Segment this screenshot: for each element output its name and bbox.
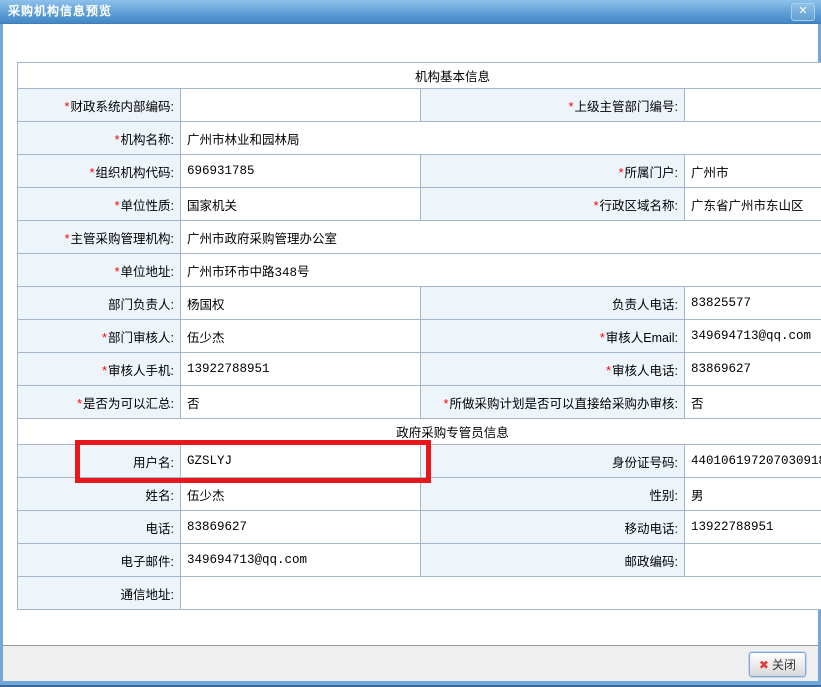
field-row: *财政系统内部编码: *上级主管部门编号: bbox=[18, 89, 821, 122]
field-row: *机构名称:广州市林业和园林局 bbox=[18, 122, 821, 155]
section-header: 机构基本信息 bbox=[18, 63, 821, 89]
field-value: 440106197207030918 bbox=[685, 445, 821, 478]
field-label: *单位地址: bbox=[18, 254, 181, 287]
close-icon[interactable]: ✕ bbox=[791, 3, 815, 21]
field-row: 电子邮件:349694713@qq.com邮政编码: bbox=[18, 544, 821, 577]
field-value: 83869627 bbox=[181, 511, 421, 544]
required-asterisk: * bbox=[102, 364, 107, 378]
required-asterisk: * bbox=[90, 166, 95, 180]
field-label: 通信地址: bbox=[18, 577, 181, 610]
field-value: 349694713@qq.com bbox=[685, 320, 821, 353]
field-label: 部门负责人: bbox=[18, 287, 181, 320]
field-label: *行政区域名称: bbox=[421, 188, 685, 221]
field-value: 男 bbox=[685, 478, 821, 511]
required-asterisk: * bbox=[619, 166, 624, 180]
field-label: *所属门户: bbox=[421, 155, 685, 188]
field-row: *审核人手机:13922788951*审核人电话:83869627 bbox=[18, 353, 821, 386]
field-value: 349694713@qq.com bbox=[181, 544, 421, 577]
dialog-border-left bbox=[0, 23, 3, 687]
field-label: *上级主管部门编号: bbox=[421, 89, 685, 122]
field-value: 杨国权 bbox=[181, 287, 421, 320]
required-asterisk: * bbox=[594, 199, 599, 213]
field-row: 电话:83869627移动电话:13922788951 bbox=[18, 511, 821, 544]
field-label: *所做采购计划是否可以直接给采购办审核: bbox=[421, 386, 685, 419]
field-value bbox=[181, 89, 421, 122]
field-row: *是否为可以汇总:否*所做采购计划是否可以直接给采购办审核:否 bbox=[18, 386, 821, 419]
dialog-title: 采购机构信息预览 bbox=[0, 0, 821, 23]
required-asterisk: * bbox=[65, 232, 70, 246]
info-table-body: 机构基本信息*财政系统内部编码:*上级主管部门编号:*机构名称:广州市林业和园林… bbox=[18, 63, 821, 610]
required-asterisk: * bbox=[444, 397, 449, 411]
section-header-row: 政府采购专管员信息 bbox=[18, 419, 821, 445]
field-label: *财政系统内部编码: bbox=[18, 89, 181, 122]
section-header-row: 机构基本信息 bbox=[18, 63, 821, 89]
field-row: *组织机构代码:696931785*所属门户:广州市 bbox=[18, 155, 821, 188]
field-value: 广州市 bbox=[685, 155, 821, 188]
section-header: 政府采购专管员信息 bbox=[18, 419, 821, 445]
field-value bbox=[685, 544, 821, 577]
field-value: 国家机关 bbox=[181, 188, 421, 221]
required-asterisk: * bbox=[600, 331, 605, 345]
field-label: *组织机构代码: bbox=[18, 155, 181, 188]
field-value: 13922788951 bbox=[181, 353, 421, 386]
field-row: 用户名:GZSLYJ身份证号码:440106197207030918 bbox=[18, 445, 821, 478]
field-label: *审核人电话: bbox=[421, 353, 685, 386]
field-row: 部门负责人:杨国权负责人电话:83825577 bbox=[18, 287, 821, 320]
field-row: *单位地址:广州市环市中路348号 bbox=[18, 254, 821, 287]
field-label: 用户名: bbox=[18, 445, 181, 478]
field-value: GZSLYJ bbox=[181, 445, 421, 478]
field-label: 性别: bbox=[421, 478, 685, 511]
required-asterisk: * bbox=[115, 133, 120, 147]
required-asterisk: * bbox=[115, 199, 120, 213]
field-label: 电子邮件: bbox=[18, 544, 181, 577]
required-asterisk: * bbox=[102, 331, 107, 345]
field-value: 伍少杰 bbox=[181, 478, 421, 511]
field-label: *是否为可以汇总: bbox=[18, 386, 181, 419]
field-label: *单位性质: bbox=[18, 188, 181, 221]
field-row: *主管采购管理机构:广州市政府采购管理办公室 bbox=[18, 221, 821, 254]
field-label: 电话: bbox=[18, 511, 181, 544]
field-value: 广州市环市中路348号 bbox=[181, 254, 821, 287]
close-button[interactable]: ✖ 关闭 bbox=[749, 652, 806, 677]
field-label: *审核人Email: bbox=[421, 320, 685, 353]
field-value: 广州市政府采购管理办公室 bbox=[181, 221, 821, 254]
dialog-border-bottom bbox=[0, 681, 821, 687]
required-asterisk: * bbox=[569, 100, 574, 114]
field-row: 通信地址: bbox=[18, 577, 821, 610]
field-value bbox=[685, 89, 821, 122]
field-row: *单位性质:国家机关*行政区域名称:广东省广州市东山区 bbox=[18, 188, 821, 221]
close-button-icon: ✖ bbox=[759, 658, 769, 672]
field-value bbox=[181, 577, 821, 610]
field-value: 13922788951 bbox=[685, 511, 821, 544]
field-label: 负责人电话: bbox=[421, 287, 685, 320]
dialog-titlebar: 采购机构信息预览 ✕ bbox=[0, 0, 821, 24]
field-value: 696931785 bbox=[181, 155, 421, 188]
field-value: 广州市林业和园林局 bbox=[181, 122, 821, 155]
field-label: 移动电话: bbox=[421, 511, 685, 544]
field-label: *机构名称: bbox=[18, 122, 181, 155]
required-asterisk: * bbox=[65, 100, 70, 114]
required-asterisk: * bbox=[77, 397, 82, 411]
field-value: 否 bbox=[685, 386, 821, 419]
close-button-label: 关闭 bbox=[772, 656, 796, 673]
field-label: 身份证号码: bbox=[421, 445, 685, 478]
field-label: 邮政编码: bbox=[421, 544, 685, 577]
agency-info-table: 机构基本信息*财政系统内部编码:*上级主管部门编号:*机构名称:广州市林业和园林… bbox=[17, 62, 821, 610]
dialog-footer: ✖ 关闭 bbox=[3, 645, 818, 681]
field-label: *审核人手机: bbox=[18, 353, 181, 386]
field-label: *部门审核人: bbox=[18, 320, 181, 353]
field-label: *主管采购管理机构: bbox=[18, 221, 181, 254]
field-row: *部门审核人:伍少杰*审核人Email:349694713@qq.com bbox=[18, 320, 821, 353]
field-label: 姓名: bbox=[18, 478, 181, 511]
field-row: 姓名:伍少杰性别:男 bbox=[18, 478, 821, 511]
field-value: 伍少杰 bbox=[181, 320, 421, 353]
required-asterisk: * bbox=[606, 364, 611, 378]
field-value: 83869627 bbox=[685, 353, 821, 386]
field-value: 83825577 bbox=[685, 287, 821, 320]
field-value: 广东省广州市东山区 bbox=[685, 188, 821, 221]
required-asterisk: * bbox=[115, 265, 120, 279]
field-value: 否 bbox=[181, 386, 421, 419]
